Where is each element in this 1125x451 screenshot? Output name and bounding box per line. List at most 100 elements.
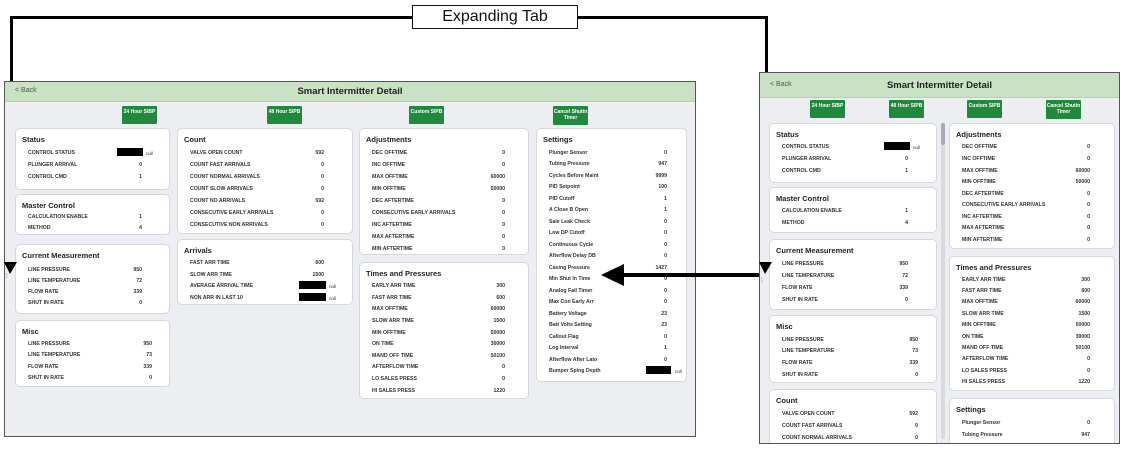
current-measurement-row-value: 950 bbox=[899, 261, 908, 267]
misc-row-value: 73 bbox=[912, 348, 918, 354]
adjustments-row-label: INC AFTERTIME bbox=[372, 222, 412, 228]
misc-row-value: 950 bbox=[143, 341, 152, 347]
redacted-value bbox=[299, 293, 326, 301]
times-pressures-row-label: MIN OFFTIME bbox=[962, 322, 996, 328]
count-row-value: 0 bbox=[321, 174, 324, 180]
adjustments-title: Adjustments bbox=[366, 135, 412, 144]
misc-row-label: FLOW RATE bbox=[28, 364, 59, 370]
adjustments-row-label: MAX OFFTIME bbox=[962, 168, 998, 174]
adjustments-row-label: CONSECUTIVE EARLY ARRIVALS bbox=[962, 202, 1046, 208]
current-measurement-row-label: LINE TEMPERATURE bbox=[28, 278, 81, 284]
times-pressures-row-value: 60000 bbox=[490, 306, 505, 312]
settings-panel: Settings Plunger Sensor 0 Tubing Pressur… bbox=[949, 398, 1115, 443]
cancel-shutin-timer-button[interactable]: Cancel Shutin Timer bbox=[1046, 100, 1081, 119]
times-pressures-row-value: 50000 bbox=[490, 330, 505, 336]
times-pressures-row-label: EARLY ARR TIME bbox=[372, 283, 416, 289]
custom-sipb-button[interactable]: Custom SIPB bbox=[967, 100, 1002, 118]
times-pressures-row-label: SLOW ARR TIME bbox=[962, 311, 1004, 317]
adjustments-row-value: 0 bbox=[1087, 144, 1090, 150]
adjustments-row-value: 0 bbox=[1087, 191, 1090, 197]
count-row-label: VALVE OPEN COUNT bbox=[782, 411, 835, 417]
settings-row-label: Cycles Before Maint bbox=[549, 173, 599, 179]
misc-row-label: LINE PRESSURE bbox=[28, 341, 70, 347]
master-control-row-label: CALCULATION ENABLE bbox=[782, 208, 842, 214]
status-title: Status bbox=[22, 135, 45, 144]
misc-row-value: 0 bbox=[915, 372, 918, 378]
misc-row-value: 950 bbox=[909, 337, 918, 343]
cancel-shutin-timer-button[interactable]: Cancel Shutin Timer bbox=[553, 106, 588, 125]
status-row-label: CONTROL CMD bbox=[28, 174, 67, 180]
times-pressures-row-label: AFTERFLOW TIME bbox=[372, 364, 419, 370]
master-control-panel: Master Control CALCULATION ENABLE 1 METH… bbox=[769, 187, 937, 233]
adjustments-row-value: 0 bbox=[502, 210, 505, 216]
current-measurement-row-label: FLOW RATE bbox=[782, 285, 813, 291]
adjustments-row-value: 50000 bbox=[490, 186, 505, 192]
misc-row-value: 339 bbox=[143, 364, 152, 370]
48-hour-sipb-button[interactable]: 48 Hour SIPB bbox=[267, 106, 302, 124]
times-pressures-row-value: 1500 bbox=[493, 318, 505, 324]
settings-row-label: Analog Fail Timer bbox=[549, 288, 593, 294]
count-row-value: 592 bbox=[909, 411, 918, 417]
count-row-label: VALVE OPEN COUNT bbox=[190, 150, 243, 156]
settings-row-value: 1 bbox=[664, 345, 667, 351]
drag-handle-icon[interactable]: ⁞ bbox=[6, 274, 8, 280]
scrollbar-thumb[interactable] bbox=[941, 123, 945, 145]
misc-row-value: 339 bbox=[909, 360, 918, 366]
vertical-scrollbar[interactable] bbox=[941, 123, 945, 439]
count-row-value: 592 bbox=[315, 150, 324, 156]
adjustments-row-label: MAX OFFTIME bbox=[372, 174, 408, 180]
current-measurement-row-label: SHUT IN RATE bbox=[28, 300, 64, 306]
settings-panel: Settings Plunger Sensor 0 Tubing Pressur… bbox=[536, 128, 687, 382]
times-pressures-row-value: 60000 bbox=[1075, 299, 1090, 305]
settings-row-value: 9999 bbox=[655, 173, 667, 179]
count-row-value: 0 bbox=[321, 222, 324, 228]
current-measurement-row-label: LINE TEMPERATURE bbox=[782, 273, 835, 279]
times-pressures-row-label: MAND OFF TIME bbox=[962, 345, 1004, 351]
master-control-row-value: 1 bbox=[905, 208, 908, 214]
status-row-label: CONTROL STATUS bbox=[28, 150, 75, 156]
times-pressures-row-label: MIN OFFTIME bbox=[372, 330, 406, 336]
24-hour-sibp-button[interactable]: 24 Hour SIBP bbox=[810, 100, 845, 118]
back-link[interactable]: < Back bbox=[770, 81, 792, 88]
master-control-row-label: CALCULATION ENABLE bbox=[28, 214, 88, 220]
expanding-tab-callout: Expanding Tab bbox=[412, 5, 578, 29]
misc-title: Misc bbox=[776, 322, 793, 331]
title-bar: < Back Smart Intermitter Detail bbox=[5, 82, 695, 102]
adjustments-row-label: CONSECUTIVE EARLY ARRIVALS bbox=[372, 210, 456, 216]
times-pressures-title: Times and Pressures bbox=[956, 263, 1032, 272]
48-hour-sipb-button[interactable]: 48 Hour SIPB bbox=[889, 100, 924, 118]
status-panel: Status CONTROL STATUS null PLUNGER ARRIV… bbox=[15, 128, 170, 190]
count-row-label: COUNT NO ARRIVALS bbox=[190, 198, 246, 204]
status-row-value: 1 bbox=[139, 174, 142, 180]
current-measurement-row-value: 339 bbox=[899, 285, 908, 291]
back-link[interactable]: < Back bbox=[15, 87, 37, 94]
adjustments-title: Adjustments bbox=[956, 130, 1002, 139]
settings-row-label: Plunger Sensor bbox=[962, 420, 1001, 426]
master-control-row-value: 1 bbox=[139, 214, 142, 220]
times-pressures-row-label: HI SALES PRESS bbox=[372, 388, 415, 394]
status-row-label: PLUNGER ARRIVAL bbox=[782, 156, 832, 162]
misc-title: Misc bbox=[22, 327, 39, 336]
count-row-value: 0 bbox=[321, 210, 324, 216]
24-hour-sibp-button[interactable]: 24 Hour SIBP bbox=[122, 106, 157, 124]
times-pressures-row-label: LO SALES PRESS bbox=[962, 368, 1007, 374]
settings-row-label: Plunger Sensor bbox=[549, 150, 588, 156]
adjustments-row-label: DEC OFFTIME bbox=[372, 150, 408, 156]
count-row-value: 0 bbox=[321, 186, 324, 192]
times-pressures-row-value: 0 bbox=[502, 376, 505, 382]
current-measurement-row-value: 0 bbox=[905, 297, 908, 303]
count-row-label: COUNT FAST ARRIVALS bbox=[190, 162, 251, 168]
adjustments-row-label: DEC AFTERTIME bbox=[962, 191, 1004, 197]
custom-sipb-button[interactable]: Custom SIPB bbox=[409, 106, 444, 124]
current-measurement-title: Current Measurement bbox=[776, 246, 854, 255]
settings-row-value: 0 bbox=[664, 357, 667, 363]
status-row-label: CONTROL STATUS bbox=[782, 144, 829, 150]
settings-row-label: Min Shut In Time bbox=[549, 276, 591, 282]
drag-handle-icon[interactable]: ⁞ bbox=[761, 278, 763, 284]
settings-row-label: PID Setpoint bbox=[549, 184, 580, 190]
times-pressures-row-label: ON TIME bbox=[372, 341, 394, 347]
current-measurement-row-value: 339 bbox=[133, 289, 142, 295]
null-text: null bbox=[329, 284, 337, 289]
adjustments-row-label: DEC OFFTIME bbox=[962, 144, 998, 150]
count-row-label: COUNT NORMAL ARRIVALS bbox=[782, 435, 852, 441]
